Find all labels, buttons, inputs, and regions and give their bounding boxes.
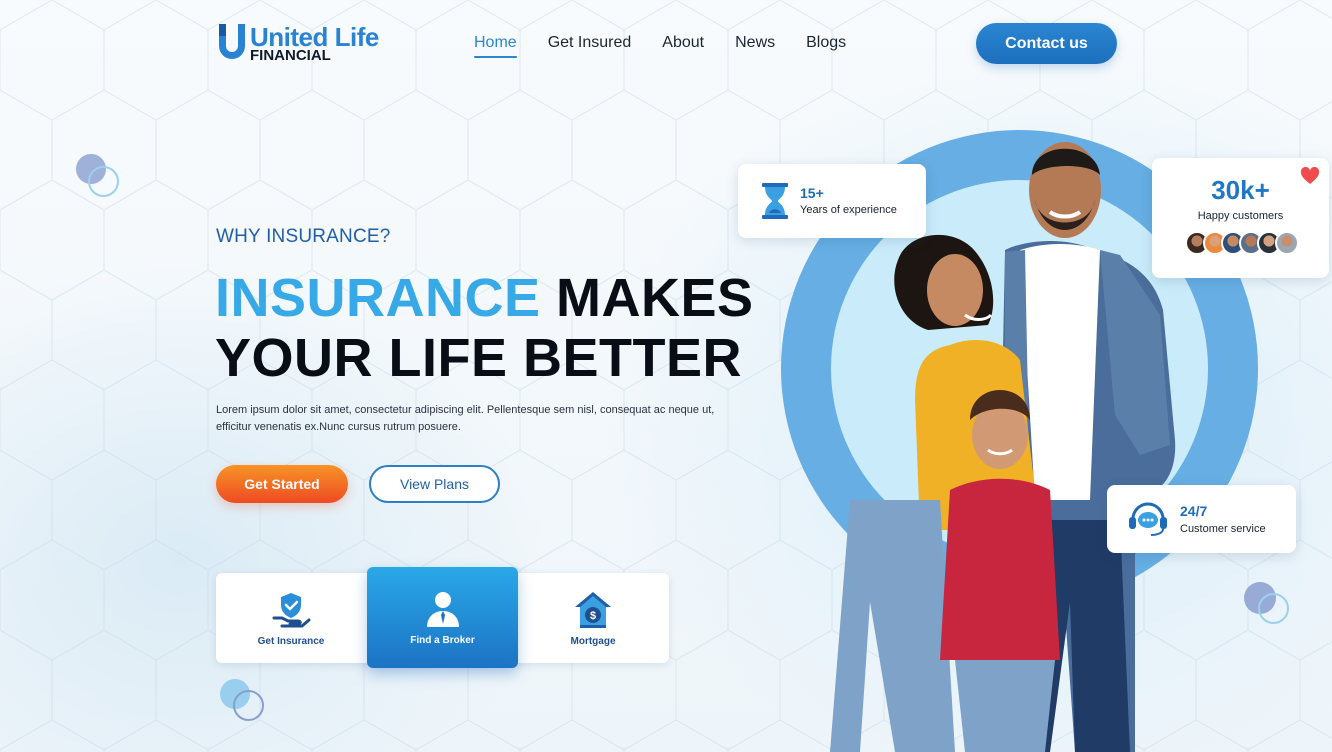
stat-card-support: 24/7 Customer service: [1107, 485, 1296, 553]
stat-card-experience: 15+ Years of experience: [738, 164, 926, 238]
hourglass-icon: [762, 183, 788, 219]
decor-circle: [233, 690, 264, 721]
stat-label: Customer service: [1180, 523, 1266, 535]
decor-circle: [88, 166, 119, 197]
hero-description: Lorem ipsum dolor sit amet, consectetur …: [216, 404, 715, 433]
get-started-button[interactable]: Get Started: [216, 465, 348, 503]
broker-person-icon: [426, 592, 459, 627]
landing-page: United Life FINANCIAL Home Get Insured A…: [0, 0, 1332, 752]
svg-text:$: $: [590, 610, 596, 622]
service-label: Get Insurance: [257, 635, 325, 647]
nav-item-home[interactable]: Home: [474, 34, 517, 58]
decor-circle: [1258, 593, 1289, 624]
hero-headline: INSURANCE MAKES YOUR LIFE BETTER: [215, 268, 754, 388]
service-get-insurance[interactable]: Get Insurance: [216, 573, 366, 663]
service-label: Find a Broker: [410, 635, 475, 646]
house-money-icon: $: [575, 591, 611, 628]
main-nav: Home Get Insured About News Blogs: [474, 34, 846, 58]
avatar: [1275, 231, 1299, 255]
service-label: Mortgage: [570, 635, 616, 647]
stat-value: 15+: [800, 185, 824, 201]
headline-rest: MAKES: [540, 268, 754, 328]
view-plans-button[interactable]: View Plans: [369, 465, 500, 503]
shield-hand-icon: [272, 592, 311, 627]
hero-eyebrow: WHY INSURANCE?: [216, 226, 391, 247]
brand-name: United Life: [250, 21, 379, 52]
nav-item-about[interactable]: About: [662, 34, 704, 58]
stat-label: Happy customers: [1197, 210, 1284, 222]
stat-value: 24/7: [1180, 503, 1208, 519]
headline-accent: INSURANCE: [215, 268, 541, 328]
stat-label: Years of experience: [800, 204, 897, 216]
service-find-broker[interactable]: Find a Broker: [367, 567, 518, 668]
headset-chat-icon: [1129, 502, 1167, 536]
headline-line2: YOUR LIFE BETTER: [215, 328, 743, 388]
contact-us-button[interactable]: Contact us: [976, 23, 1117, 64]
logo-mark-icon: [219, 24, 245, 59]
stat-card-customers: 30k+ Happy customers: [1152, 158, 1329, 278]
nav-item-news[interactable]: News: [735, 34, 775, 58]
brand-logo[interactable]: United Life FINANCIAL: [216, 22, 379, 64]
service-mortgage[interactable]: $ Mortgage: [518, 573, 668, 663]
nav-item-blogs[interactable]: Blogs: [806, 34, 846, 58]
services-bar: Get Insurance Find a Broker $ Mortgage: [216, 567, 669, 668]
stat-value: 30k+: [1211, 175, 1270, 205]
customer-avatars: [1185, 231, 1299, 255]
nav-item-get-insured[interactable]: Get Insured: [548, 34, 632, 58]
